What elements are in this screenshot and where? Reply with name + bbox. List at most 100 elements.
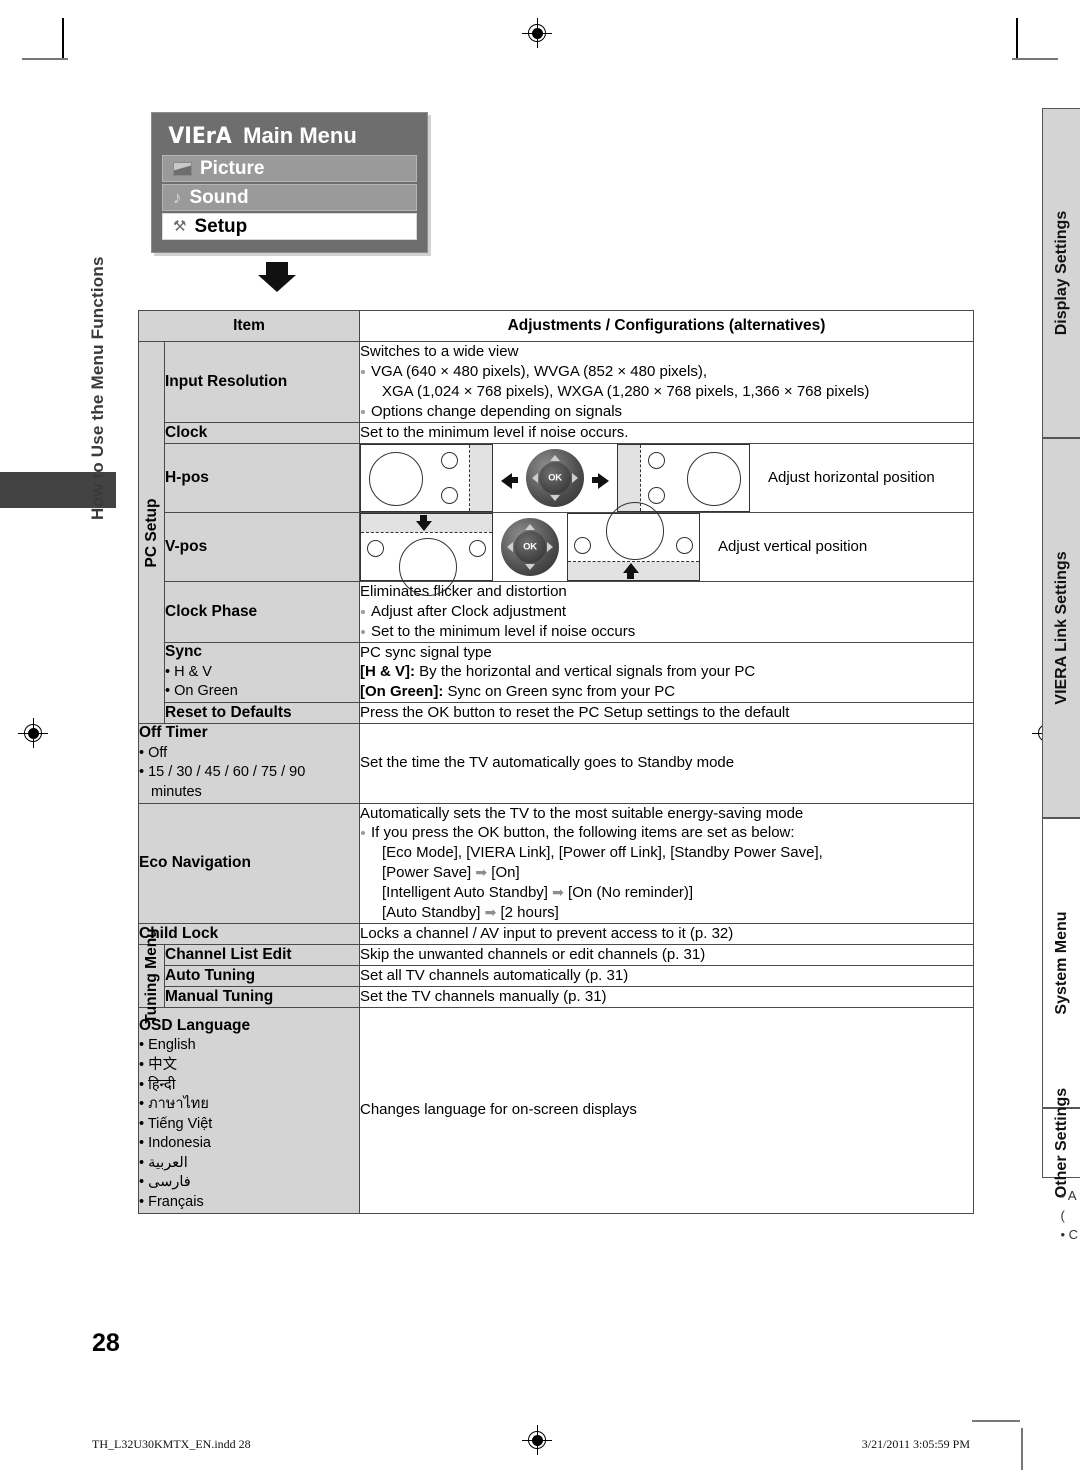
row-label: Input Resolution bbox=[164, 341, 360, 423]
row-desc-text: Adjust horizontal position bbox=[768, 469, 935, 487]
row-label: Manual Tuning bbox=[164, 985, 360, 1008]
table-row-manual-tuning: Manual Tuning Set the TV channels manual… bbox=[139, 985, 974, 1008]
menu-item-picture[interactable]: Picture bbox=[162, 155, 417, 182]
footer-timestamp: 3/21/2011 3:05:59 PM bbox=[861, 1437, 970, 1451]
row-desc: Eliminates flicker and distortion Adjust… bbox=[359, 580, 974, 643]
row-option: • H & V bbox=[165, 663, 212, 680]
row-label-text: Sync bbox=[165, 643, 203, 661]
desc-line: [H & V]: By the horizontal and vertical … bbox=[360, 663, 756, 681]
row-option: • Tiếng Việt bbox=[139, 1115, 213, 1132]
column-header-item: Item bbox=[138, 310, 360, 342]
section-tab-label: Display Settings bbox=[1052, 210, 1070, 336]
table-row-h-pos: H-pos OK Adjust horizontal position bbox=[139, 442, 974, 513]
row-option: minutes bbox=[151, 783, 202, 800]
group-label-text: Tuning Menu bbox=[142, 928, 160, 1024]
row-option: • हिन्दी bbox=[139, 1076, 176, 1093]
table-row-child-lock: Child Lock Locks a channel / AV input to… bbox=[138, 923, 974, 946]
section-tab-label: System Menu bbox=[1052, 911, 1070, 1015]
table-row-sync: Sync • H & V • On Green PC sync signal t… bbox=[139, 641, 974, 704]
menu-item-label: Picture bbox=[200, 157, 265, 179]
dpad-ok-control: OK bbox=[501, 517, 559, 576]
row-desc: Set the TV channels manually (p. 31) bbox=[359, 985, 974, 1008]
row-desc: Skip the unwanted channels or edit chann… bbox=[359, 944, 974, 966]
picture-icon bbox=[173, 161, 192, 176]
desc-line: XGA (1,024 × 768 pixels), WXGA (1,280 × … bbox=[382, 382, 870, 400]
viera-logo: VIErA bbox=[168, 123, 232, 149]
dpad-ok-control: OK bbox=[526, 448, 584, 507]
arrow-down-icon bbox=[416, 514, 433, 532]
row-option: • 15 / 30 / 45 / 60 / 75 / 90 bbox=[139, 764, 306, 781]
row-desc: PC sync signal type [H & V]: By the hori… bbox=[359, 641, 974, 704]
row-label: Eco Navigation bbox=[138, 802, 360, 925]
row-desc-text: Adjust vertical position bbox=[718, 538, 868, 556]
desc-line: [On Green]: Sync on Green sync from your… bbox=[360, 683, 676, 701]
crop-mark-top-rule bbox=[22, 58, 68, 60]
screen-diagram-after bbox=[567, 501, 700, 581]
row-label: Reset to Defaults bbox=[164, 702, 360, 725]
section-tab-viera-link-settings[interactable]: VIERA Link Settings bbox=[1042, 438, 1080, 818]
row-option: • Français bbox=[139, 1193, 204, 1210]
section-tab-display-settings[interactable]: Display Settings bbox=[1042, 108, 1080, 438]
row-desc: OK Adjust vertical position bbox=[359, 501, 974, 596]
desc-line: [Eco Mode], [VIERA Link], [Power off Lin… bbox=[382, 844, 823, 862]
crop-mark-top-right bbox=[1016, 18, 1018, 60]
row-label: Sync • H & V • On Green bbox=[164, 641, 360, 704]
row-label: Clock bbox=[164, 421, 360, 444]
menu-title-text: Main Menu bbox=[243, 123, 357, 148]
setup-wrench-icon: ⚒ bbox=[173, 218, 187, 235]
row-option: • Off bbox=[139, 744, 168, 761]
arrow-right-icon bbox=[592, 469, 609, 490]
arrow-right-icon: ➡ bbox=[484, 904, 497, 921]
group-label-tuning-menu: Tuning Menu bbox=[138, 928, 165, 1024]
group-label-text: PC Setup bbox=[142, 498, 160, 568]
screen-diagram-before bbox=[360, 512, 493, 596]
table-row-eco-navigation: Eco Navigation Automatically sets the TV… bbox=[138, 802, 974, 925]
manual-page: How to Use the Menu Functions Display Se… bbox=[0, 0, 1080, 1479]
desc-line: [Auto Standby] ➡ [2 hours] bbox=[382, 904, 559, 922]
chapter-tab-label: How to Use the Menu Functions bbox=[88, 256, 107, 520]
arrow-right-icon: ➡ bbox=[552, 884, 564, 901]
section-tab-system-menu[interactable]: System Menu bbox=[1042, 818, 1080, 1108]
desc-line: VGA (640 × 480 pixels), WVGA (852 × 480 … bbox=[371, 362, 708, 380]
menu-item-setup[interactable]: ⚒ Setup bbox=[162, 213, 417, 240]
section-tab-label: VIERA Link Settings bbox=[1052, 551, 1070, 705]
row-desc: Set to the minimum level if noise occurs… bbox=[359, 421, 974, 444]
desc-bullet: VGA (640 × 480 pixels), WVGA (852 × 480 … bbox=[360, 362, 973, 402]
desc-line: [Intelligent Auto Standby] ➡ [On (No rem… bbox=[382, 884, 694, 902]
row-option: • Indonesia bbox=[139, 1135, 211, 1152]
desc-line: PC sync signal type bbox=[360, 643, 492, 661]
table-row-off-timer: Off Timer • Off • 15 / 30 / 45 / 60 / 75… bbox=[138, 723, 974, 804]
page-number: 28 bbox=[92, 1329, 120, 1357]
registration-mark-left bbox=[18, 718, 48, 748]
menu-item-label: Sound bbox=[189, 186, 249, 208]
table-row-auto-tuning: Auto Tuning Set all TV channels automati… bbox=[139, 965, 974, 987]
table-row-osd-language: OSD Language • English • 中文 • हिन्दी • ภาษา… bbox=[138, 1006, 974, 1214]
desc-line: Automatically sets the TV to the most su… bbox=[360, 804, 804, 822]
clipped-side-notes: • A(• C bbox=[1060, 1188, 1078, 1242]
table-row-input-resolution: PC Setup Input Resolution Switches to a … bbox=[138, 340, 974, 725]
row-desc: Set all TV channels automatically (p. 31… bbox=[359, 965, 974, 987]
desc-bullet: Set to the minimum level if noise occurs bbox=[360, 622, 973, 642]
row-desc: Changes language for on-screen displays bbox=[359, 1006, 974, 1214]
viera-main-menu-graphic: VIErA Main Menu Picture ♪ Sound ⚒ Setup bbox=[151, 112, 428, 253]
row-desc: Set the time the TV automatically goes t… bbox=[359, 723, 974, 804]
row-label: Off Timer • Off • 15 / 30 / 45 / 60 / 75… bbox=[138, 723, 360, 804]
desc-line: Switches to a wide view bbox=[360, 343, 519, 360]
row-label: OSD Language • English • 中文 • हिन्दी • ภาษา… bbox=[138, 1006, 360, 1214]
desc-line: Eliminates flicker and distortion bbox=[360, 582, 567, 600]
desc-line: If you press the OK button, the followin… bbox=[371, 824, 795, 842]
footer-filename: TH_L32U30KMTX_EN.indd 28 bbox=[92, 1437, 251, 1451]
menu-title-bar: VIErA Main Menu bbox=[166, 121, 357, 151]
row-desc: Press the OK button to reset the PC Setu… bbox=[359, 702, 974, 725]
row-label: Auto Tuning bbox=[164, 965, 360, 987]
registration-mark-bottom bbox=[522, 1425, 552, 1455]
row-desc: Switches to a wide view VGA (640 × 480 p… bbox=[359, 341, 974, 423]
row-label: Clock Phase bbox=[164, 580, 360, 643]
row-option: • On Green bbox=[165, 683, 238, 700]
arrow-up-icon bbox=[623, 562, 640, 579]
row-option: • العربية bbox=[139, 1154, 188, 1171]
menu-item-sound[interactable]: ♪ Sound bbox=[162, 184, 417, 211]
crop-mark-bottom-right bbox=[1021, 1428, 1023, 1470]
row-label: V-pos bbox=[164, 511, 360, 582]
section-tab-other-settings[interactable]: Other Settings bbox=[1042, 1088, 1080, 1198]
